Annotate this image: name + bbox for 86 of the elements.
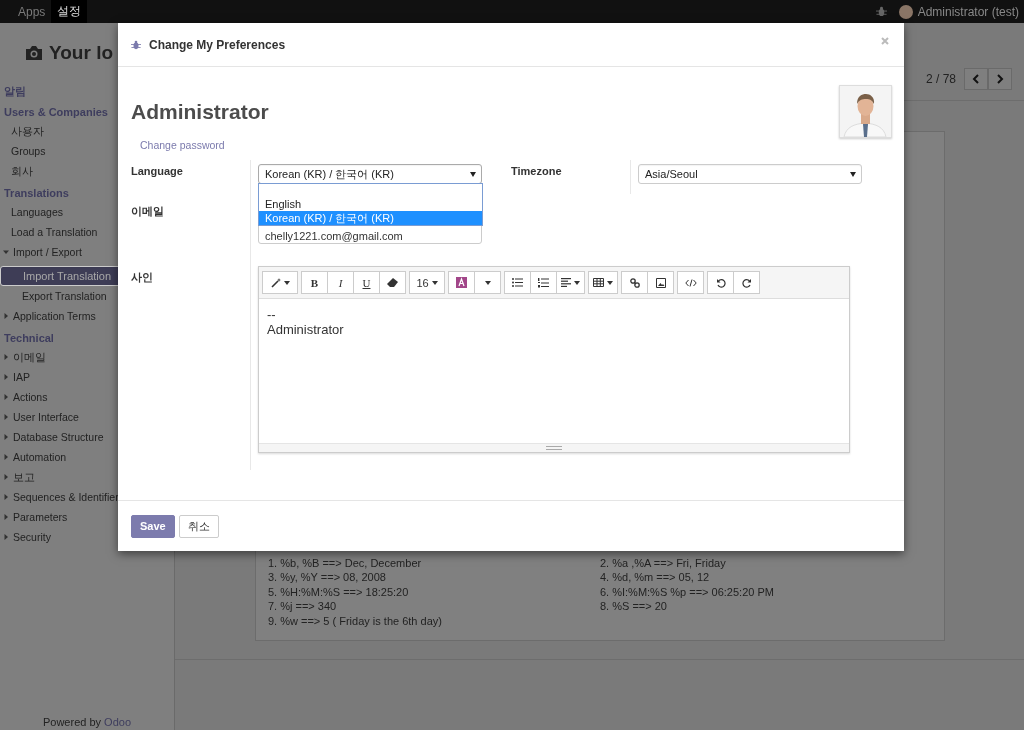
code-icon (684, 278, 697, 287)
table-button[interactable] (588, 271, 618, 294)
caret-icon (3, 374, 9, 380)
previous-button[interactable] (964, 68, 988, 90)
underline-button[interactable]: U (353, 271, 380, 294)
caret-icon (3, 249, 9, 255)
format-example: 4. %d, %m ==> 05, 12 (600, 570, 711, 585)
align-button[interactable] (556, 271, 585, 294)
field-label: 사인 (131, 254, 251, 470)
table-icon (593, 278, 604, 287)
bug-icon[interactable] (875, 6, 887, 17)
next-button[interactable] (988, 68, 1012, 90)
caret-icon (3, 494, 9, 500)
numbered-list-icon (538, 277, 549, 288)
menu-link[interactable]: 설정 (51, 0, 88, 23)
caret-icon (3, 454, 9, 460)
format-example: 8. %S ==> 20 (600, 599, 668, 614)
link-button[interactable] (621, 271, 648, 294)
avatar-icon (898, 4, 913, 19)
eraser-button[interactable] (379, 271, 406, 294)
format-example: 5. %H:%M:%S ==> 18:25:20 (268, 584, 410, 599)
field-label: Timezone (511, 160, 631, 194)
bullet-list-button[interactable] (504, 271, 531, 294)
bullet-list-icon (512, 278, 523, 287)
caret-icon (850, 171, 856, 177)
camera-icon (25, 45, 43, 61)
font-size-button[interactable]: 16 (409, 271, 445, 294)
grip-icon (546, 446, 562, 450)
powered-by-text: Powered by Odoo (42, 716, 132, 728)
save-button[interactable]: Save (131, 514, 175, 538)
style-button[interactable] (262, 271, 298, 294)
bug-icon (131, 39, 141, 50)
format-example: 9. %w ==> 5 ( Friday is the 6th day) (268, 613, 443, 628)
undo-icon (715, 277, 726, 288)
number-list-button[interactable] (530, 271, 557, 294)
caret-icon (3, 474, 9, 480)
logo-text: Your lo (49, 42, 114, 64)
user-name: Administrator (131, 99, 269, 125)
resize-handle[interactable] (259, 443, 849, 452)
cancel-button[interactable]: 취소 (178, 514, 219, 538)
color-button[interactable] (448, 271, 475, 294)
align-left-icon (561, 278, 571, 287)
eraser-icon (387, 278, 398, 287)
redo-button[interactable] (733, 271, 760, 294)
caret-icon (470, 171, 476, 177)
redo-icon (741, 277, 752, 288)
text-color-icon (456, 277, 467, 288)
dialog-title: Change My Preferences (149, 37, 287, 52)
field-label: 이메일 (131, 194, 251, 254)
sidebar-item[interactable]: 보고 (0, 467, 174, 487)
color-menu-button[interactable] (474, 271, 501, 294)
link-icon (629, 277, 640, 288)
signature-text: Administrator (267, 322, 345, 337)
format-example: 7. %j ==> 340 (268, 599, 338, 614)
bold-button[interactable]: B (301, 271, 328, 294)
dropdown-option[interactable]: English (259, 197, 482, 211)
signature-text: -- (267, 307, 277, 322)
caret-icon (3, 514, 9, 520)
image-button[interactable] (647, 271, 674, 294)
sidebar-item[interactable]: Sequences & Identifier (0, 487, 174, 507)
magic-wand-icon (270, 277, 281, 288)
odoo-link[interactable]: Odoo (104, 716, 132, 728)
format-example: 2. %a ,%A ==> Fri, Friday (600, 555, 727, 570)
image-icon (655, 277, 666, 288)
caret-icon (3, 354, 9, 360)
code-button[interactable] (677, 271, 704, 294)
field-label: Language (131, 160, 251, 194)
pager-text: 2 / 78 (925, 71, 956, 88)
dropdown-option[interactable]: Korean (KR) / 한국어 (KR) (259, 211, 482, 225)
change-password-link[interactable]: Change password (140, 139, 225, 151)
caret-icon (3, 394, 9, 400)
chevron-right-icon (996, 74, 1004, 84)
format-example: 3. %y, %Y ==> 08, 2008 (268, 570, 387, 585)
undo-button[interactable] (707, 271, 734, 294)
email-field[interactable]: chelly1221.com@gmail.com (258, 223, 482, 244)
italic-button[interactable]: I (327, 271, 354, 294)
menu-link[interactable]: Apps (12, 0, 52, 23)
caret-icon (3, 414, 9, 420)
timezone-select[interactable]: Asia/Seoul (638, 164, 862, 184)
caret-icon (3, 534, 9, 540)
format-example: 6. %I:%M:%S %p ==> 06:25:20 PM (600, 584, 775, 599)
caret-icon (3, 313, 9, 319)
chevron-left-icon (972, 74, 980, 84)
user-menu[interactable]: Administrator (test) (917, 4, 1019, 19)
caret-icon (3, 434, 9, 440)
format-example: 1. %b, %B ==> Dec, December (268, 555, 423, 570)
